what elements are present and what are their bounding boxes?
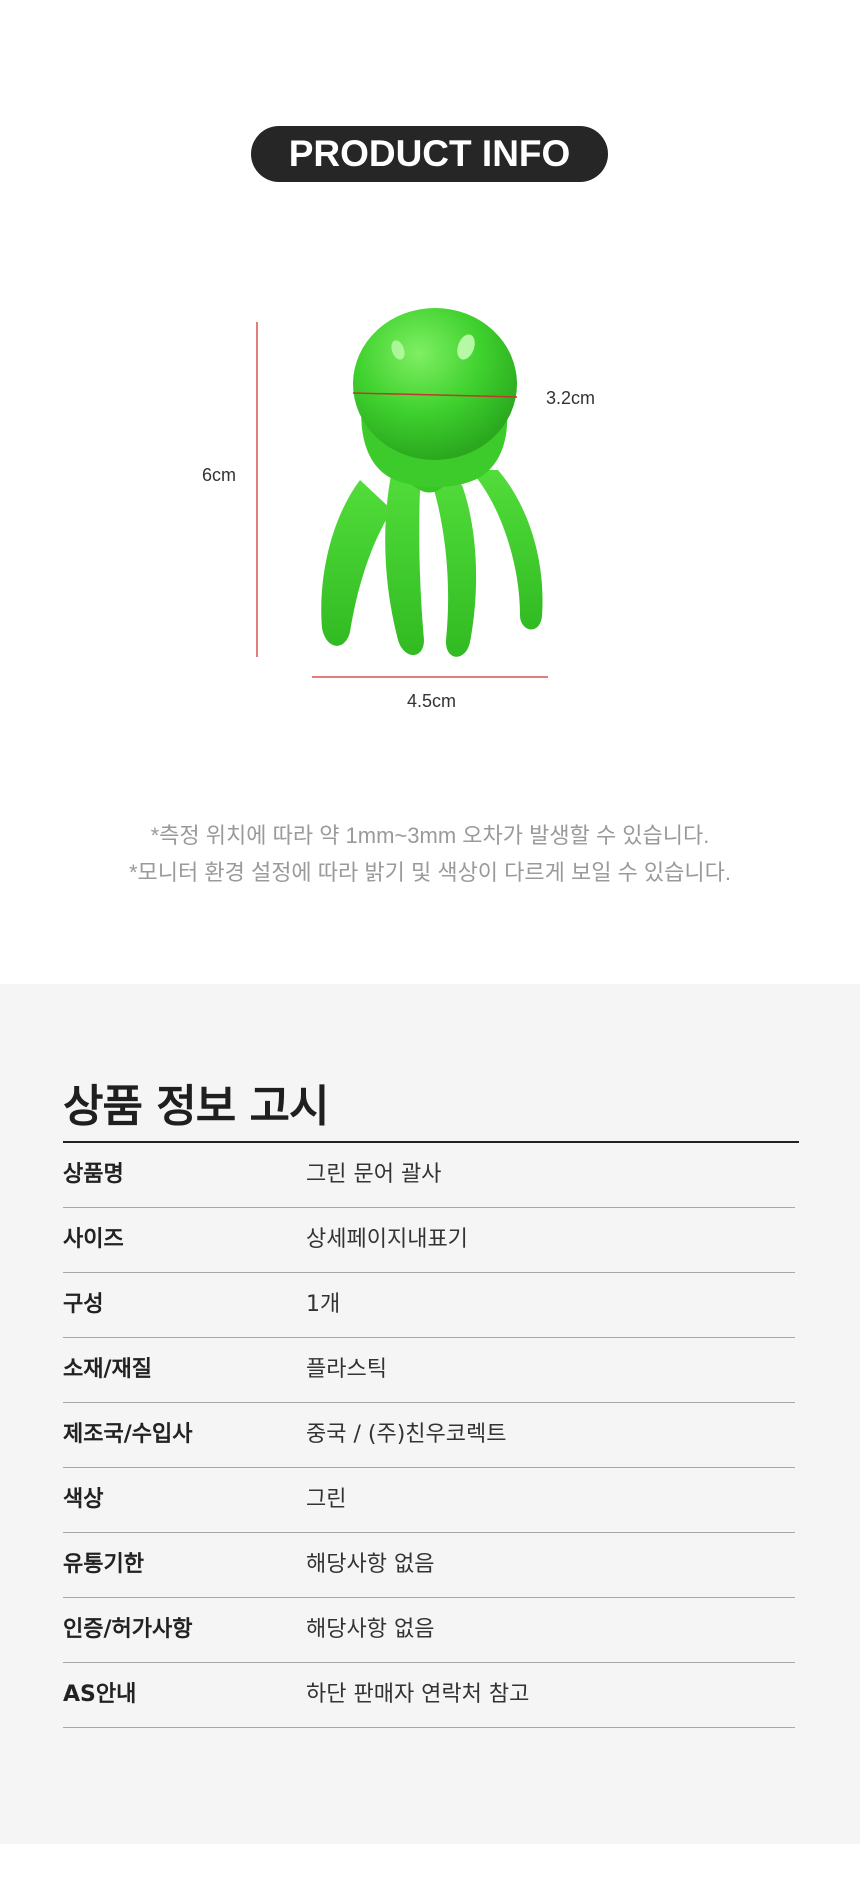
table-row: 구성 1개 — [63, 1273, 795, 1338]
octopus-head — [353, 308, 517, 460]
row-value: 1개 — [306, 1292, 341, 1317]
height-dimension-label: 6cm — [202, 465, 237, 485]
row-value: 해당사항 없음 — [306, 1552, 435, 1577]
table-row: 제조국/수입사 중국 / (주)친우코렉트 — [63, 1403, 795, 1468]
product-detail-page: PRODUCT INFO 6cm 3.2cm 4.5cm *측정 위치에 따라 … — [0, 0, 860, 1900]
octopus-product-illustration — [256, 308, 548, 678]
row-label: 유통기한 — [63, 1552, 144, 1577]
notice-title: 상품 정보 고시 — [63, 1081, 330, 1132]
row-value: 해당사항 없음 — [306, 1617, 435, 1642]
product-info-section: PRODUCT INFO 6cm 3.2cm 4.5cm *측정 위치에 따라 … — [0, 0, 860, 984]
measurement-note: *측정 위치에 따라 약 1mm~3mm 오차가 발생할 수 있습니다. — [150, 823, 710, 848]
product-figure: 6cm 3.2cm 4.5cm — [0, 0, 860, 760]
row-value: 중국 / (주)친우코렉트 — [306, 1422, 507, 1447]
row-label: AS안내 — [63, 1682, 137, 1707]
table-row: AS안내 하단 판매자 연락처 참고 — [63, 1663, 795, 1728]
table-row: 상품명 그린 문어 괄사 — [63, 1143, 795, 1208]
notice-table: 상품명 그린 문어 괄사 사이즈 상세페이지내표기 구성 1개 소재/재질 플라… — [63, 1143, 795, 1728]
row-value: 그린 — [306, 1487, 347, 1512]
row-label: 색상 — [63, 1487, 104, 1512]
table-row: 색상 그린 — [63, 1468, 795, 1533]
width-dimension-label: 4.5cm — [407, 691, 457, 711]
product-notice-section: 상품 정보 고시 상품명 그린 문어 괄사 사이즈 상세페이지내표기 구성 1개… — [0, 984, 860, 1844]
head-width-dimension-label: 3.2cm — [546, 388, 596, 408]
row-value: 플라스틱 — [306, 1357, 387, 1382]
table-row: 유통기한 해당사항 없음 — [63, 1533, 795, 1598]
monitor-note: *모니터 환경 설정에 따라 밝기 및 색상이 다르게 보일 수 있습니다. — [128, 860, 732, 885]
row-value: 그린 문어 괄사 — [306, 1162, 442, 1187]
table-row: 사이즈 상세페이지내표기 — [63, 1208, 795, 1273]
row-label: 상품명 — [63, 1162, 124, 1187]
row-label: 구성 — [63, 1292, 104, 1317]
table-row: 인증/허가사항 해당사항 없음 — [63, 1598, 795, 1663]
row-label: 사이즈 — [63, 1227, 124, 1252]
row-label: 제조국/수입사 — [63, 1422, 193, 1447]
row-value: 하단 판매자 연락처 참고 — [306, 1682, 530, 1707]
row-value: 상세페이지내표기 — [306, 1227, 468, 1252]
octopus-legs — [321, 470, 543, 657]
row-label: 인증/허가사항 — [63, 1617, 193, 1642]
table-row: 소재/재질 플라스틱 — [63, 1338, 795, 1403]
row-label: 소재/재질 — [63, 1357, 152, 1382]
